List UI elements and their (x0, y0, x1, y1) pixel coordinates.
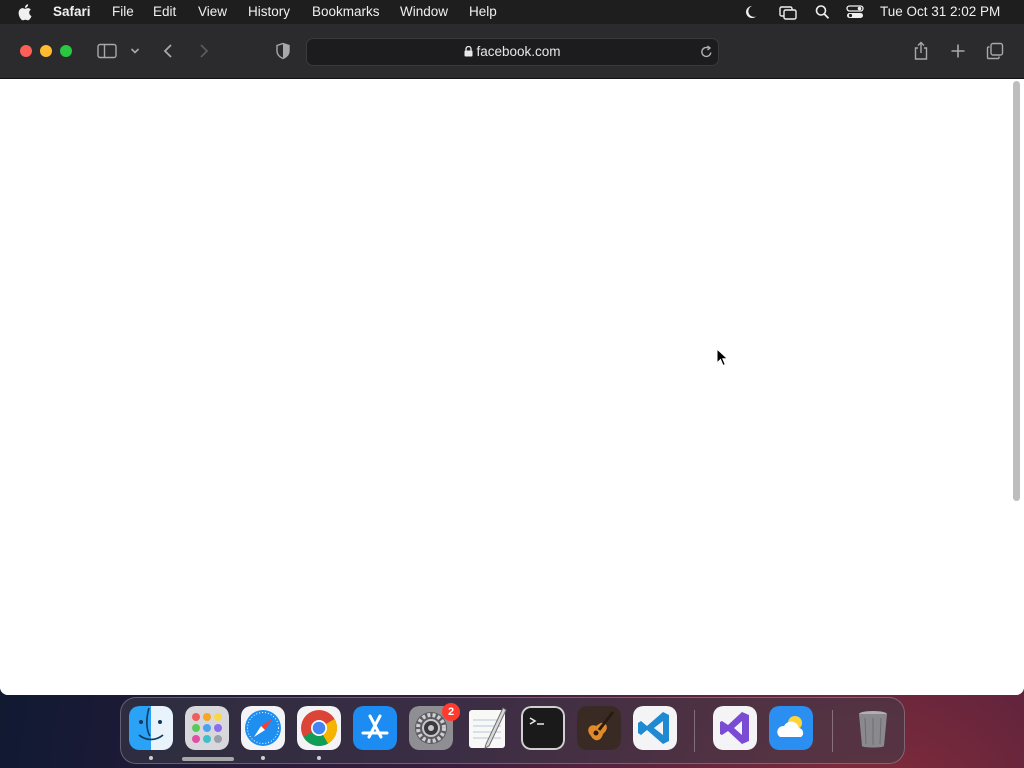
browser-toolbar: facebook.com (0, 24, 1024, 79)
back-icon[interactable] (162, 43, 174, 59)
menu-file[interactable]: File (112, 4, 134, 19)
chrome-icon[interactable] (297, 706, 341, 750)
menu-edit[interactable]: Edit (153, 4, 176, 19)
dock-scroll-indicator (182, 757, 234, 761)
visual-studio-icon[interactable] (713, 706, 757, 750)
dock: 2 (120, 697, 905, 764)
search-icon[interactable] (815, 4, 830, 20)
close-window-button[interactable] (20, 45, 32, 57)
address-bar-text[interactable]: facebook.com (307, 44, 718, 59)
vertical-scrollbar[interactable] (1013, 81, 1020, 501)
safari-icon[interactable] (241, 706, 285, 750)
menu-bookmarks[interactable]: Bookmarks (312, 4, 380, 19)
terminal-icon[interactable] (521, 706, 565, 750)
zoom-window-button[interactable] (60, 45, 72, 57)
menu-clock[interactable]: Tue Oct 31 2:02 PM (880, 4, 1000, 19)
lock-icon (464, 45, 473, 57)
finder-icon[interactable] (129, 706, 173, 750)
menu-view[interactable]: View (198, 4, 227, 19)
control-center-icon[interactable] (846, 4, 864, 20)
share-icon[interactable] (913, 41, 929, 61)
menu-app-name[interactable]: Safari (53, 4, 91, 19)
system-settings-badge: 2 (442, 703, 460, 721)
screen-mirroring-icon[interactable] (779, 4, 797, 20)
garageband-icon[interactable] (577, 706, 621, 750)
sidebar-toggle-icon[interactable] (97, 43, 117, 59)
trash-icon[interactable] (851, 706, 895, 750)
tab-overview-icon[interactable] (986, 42, 1004, 60)
vscode-icon[interactable] (633, 706, 677, 750)
weather-icon[interactable] (769, 706, 813, 750)
safari-window: facebook.com (0, 24, 1024, 695)
menu-window[interactable]: Window (400, 4, 448, 19)
menu-help[interactable]: Help (469, 4, 497, 19)
finder-running-dot (149, 756, 153, 760)
mouse-cursor-icon (716, 348, 729, 367)
chrome-running-dot (317, 756, 321, 760)
minimize-window-button[interactable] (40, 45, 52, 57)
address-bar[interactable]: facebook.com (306, 38, 719, 66)
apple-icon[interactable] (18, 3, 34, 21)
forward-icon[interactable] (198, 43, 210, 59)
privacy-shield-icon[interactable] (275, 42, 291, 60)
web-content[interactable] (0, 79, 1024, 695)
chevron-down-icon[interactable] (130, 47, 140, 55)
menu-bar: Safari File Edit View History Bookmarks … (0, 0, 1024, 24)
new-tab-icon[interactable] (950, 43, 966, 59)
moon-icon[interactable] (742, 4, 758, 20)
launchpad-icon[interactable] (185, 706, 229, 750)
dock-separator (694, 710, 695, 752)
reload-icon[interactable] (700, 45, 713, 59)
app-store-icon[interactable] (353, 706, 397, 750)
textedit-icon[interactable] (465, 706, 509, 750)
dock-separator-2 (832, 710, 833, 752)
url-text: facebook.com (476, 44, 561, 59)
menu-history[interactable]: History (248, 4, 290, 19)
safari-running-dot (261, 756, 265, 760)
